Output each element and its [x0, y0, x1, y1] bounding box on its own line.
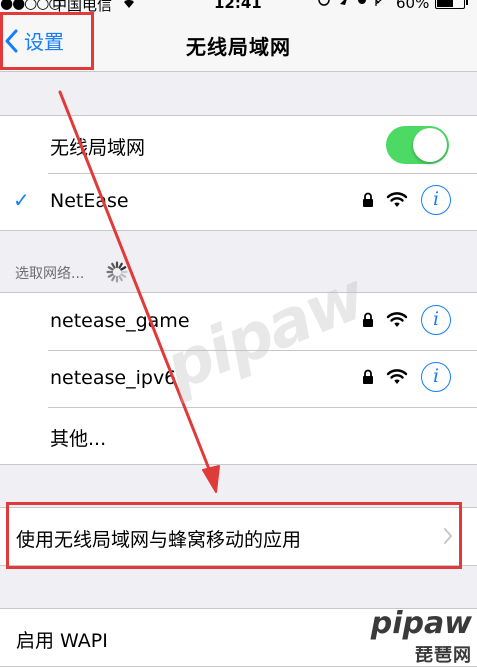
battery-icon [435, 0, 468, 9]
toggle-knob [413, 128, 447, 162]
other-network-row[interactable]: 其他... [0, 407, 477, 464]
wifi-signal-icon [386, 312, 408, 327]
network-name: netease_ipv6 [50, 367, 177, 389]
battery-percent: 60% [396, 0, 430, 12]
battery-fill [437, 0, 453, 7]
info-button[interactable]: i [421, 305, 451, 335]
network-name: netease_game [50, 310, 190, 332]
network-name: NetEase [50, 190, 129, 212]
wifi-toggle-switch[interactable] [386, 126, 449, 164]
watermark-logo-en: pipaw [370, 606, 472, 641]
wifi-signal-icon [386, 369, 408, 384]
lock-icon [363, 192, 373, 207]
loading-spinner-icon [106, 261, 128, 283]
wifi-signal-icon [386, 192, 408, 207]
connected-network-row[interactable]: ✓ NetEase i [0, 173, 477, 230]
other-network-label: 其他... [50, 428, 107, 450]
back-button-highlight [0, 12, 94, 70]
clock: 12:41 [214, 0, 262, 12]
info-button[interactable]: i [421, 185, 451, 215]
apps-row-highlight [6, 502, 462, 569]
wifi-toggle-row: 无线局域网 [0, 116, 477, 173]
lock-icon [363, 369, 373, 384]
watermark-logo: pipaw 琵琶网 [371, 606, 476, 667]
wifi-toggle-label: 无线局域网 [50, 137, 146, 159]
wifi-group: 无线局域网 ✓ NetEase i [0, 115, 477, 231]
enable-wapi-label: 启用 WAPI [16, 630, 108, 652]
section-header: 选取网络... [15, 266, 85, 282]
info-button[interactable]: i [421, 362, 451, 392]
wifi-status-icon [120, 0, 138, 12]
status-icons [318, 0, 388, 12]
checkmark-icon: ✓ [13, 188, 30, 212]
watermark-logo-cn: 琵琶网 [415, 645, 472, 666]
